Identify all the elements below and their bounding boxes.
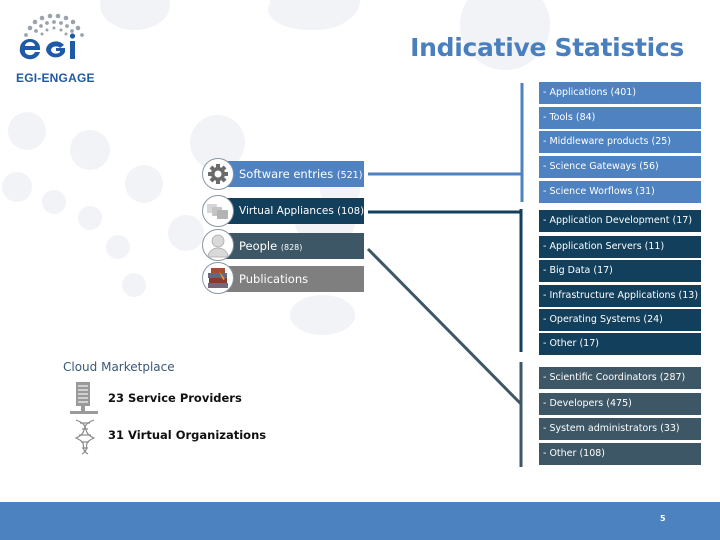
category-count: (108) (337, 206, 365, 217)
footer-bar (0, 502, 720, 540)
people-breakdown-item: - Other (108) (539, 443, 701, 465)
va-breakdown-item: - Big Data (17) (539, 260, 701, 282)
service-providers-stat: 23 Service Providers (108, 391, 242, 405)
software-breakdown-item: - Tools (84) (539, 107, 701, 129)
category-count: (828) (280, 243, 303, 252)
va-breakdown-item: - Infrastructure Applications (13) (539, 285, 701, 307)
virtual-organizations-stat: 31 Virtual Organizations (108, 428, 267, 442)
va-breakdown-item: - Application Development (17) (539, 210, 701, 232)
cloud-marketplace-title: Cloud Marketplace (63, 360, 175, 374)
people-breakdown-item: - Scientific Coordinators (287) (539, 367, 701, 389)
category-software-entries[interactable]: Software entries (521) (222, 161, 364, 187)
software-breakdown-item: - Science Gateways (56) (539, 156, 701, 178)
category-people[interactable]: People (828) (222, 233, 364, 259)
category-count: (521) (336, 170, 363, 181)
books-icon (202, 262, 234, 294)
person-icon (202, 229, 234, 261)
va-breakdown-item: - Operating Systems (24) (539, 309, 701, 331)
category-virtual-appliances[interactable]: Virtual Appliances (108) (222, 198, 364, 224)
server-icon (70, 382, 98, 420)
software-breakdown-item: - Applications (401) (539, 82, 701, 104)
people-breakdown-item: - System administrators (33) (539, 418, 701, 440)
people-breakdown-item: - Developers (475) (539, 393, 701, 415)
category-label: Software entries (239, 167, 334, 181)
virtual-appliance-icon (202, 195, 234, 227)
software-breakdown-item: - Science Worflows (31) (539, 181, 701, 203)
software-breakdown-item: - Middleware products (25) (539, 131, 701, 153)
category-label: People (239, 239, 278, 253)
category-label: Virtual Appliances (239, 205, 334, 217)
va-breakdown-item: - Application Servers (11) (539, 236, 701, 258)
dna-icon (72, 418, 100, 460)
va-breakdown-item: - Other (17) (539, 333, 701, 355)
category-label: Publications (239, 272, 309, 286)
category-publications[interactable]: Publications (222, 266, 364, 292)
people-connector-line (366, 247, 523, 406)
gear-icon (202, 158, 234, 190)
page-number: 5 (660, 514, 666, 523)
